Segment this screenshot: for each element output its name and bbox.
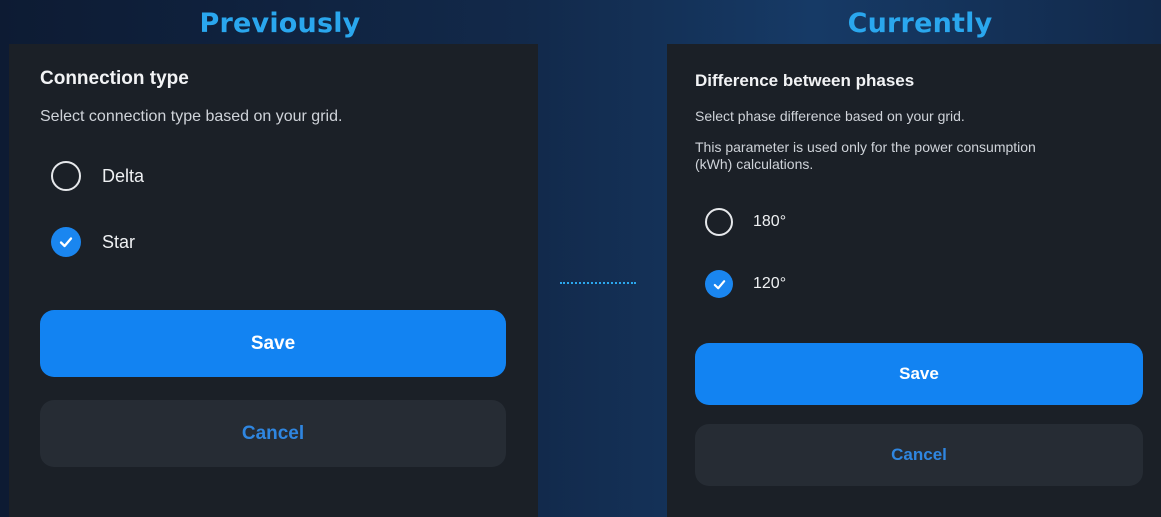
phase-difference-description: Select phase difference based on your gr… (695, 108, 965, 124)
connection-type-title: Connection type (40, 68, 189, 89)
connection-type-description: Select connection type based on your gri… (40, 108, 343, 125)
save-button[interactable]: Save (40, 310, 506, 377)
option-delta-label: Delta (102, 165, 145, 186)
save-button[interactable]: Save (695, 343, 1143, 405)
checkmark-icon (705, 270, 733, 298)
option-120-label: 120° (753, 275, 787, 292)
cancel-button[interactable]: Cancel (40, 400, 506, 467)
option-star[interactable]: Star (51, 227, 135, 257)
option-120[interactable]: 120° (705, 270, 786, 298)
dotted-connector (560, 282, 636, 284)
previously-heading: Previously (199, 8, 361, 39)
option-delta[interactable]: Delta (51, 161, 144, 191)
option-star-label: Star (102, 231, 136, 252)
radio-unselected-icon (51, 161, 81, 191)
option-180[interactable]: 180° (705, 208, 786, 236)
option-180-label: 180° (753, 213, 787, 230)
cancel-button[interactable]: Cancel (695, 424, 1143, 486)
currently-heading: Currently (847, 8, 993, 39)
phase-difference-note: This parameter is used only for the powe… (695, 139, 1036, 172)
previous-settings-panel: Connection type Select connection type b… (9, 44, 538, 517)
checkmark-icon (51, 227, 81, 257)
radio-unselected-icon (705, 208, 733, 236)
phase-difference-title: Difference between phases (695, 71, 915, 90)
current-settings-panel: Difference between phases Select phase d… (667, 44, 1161, 517)
